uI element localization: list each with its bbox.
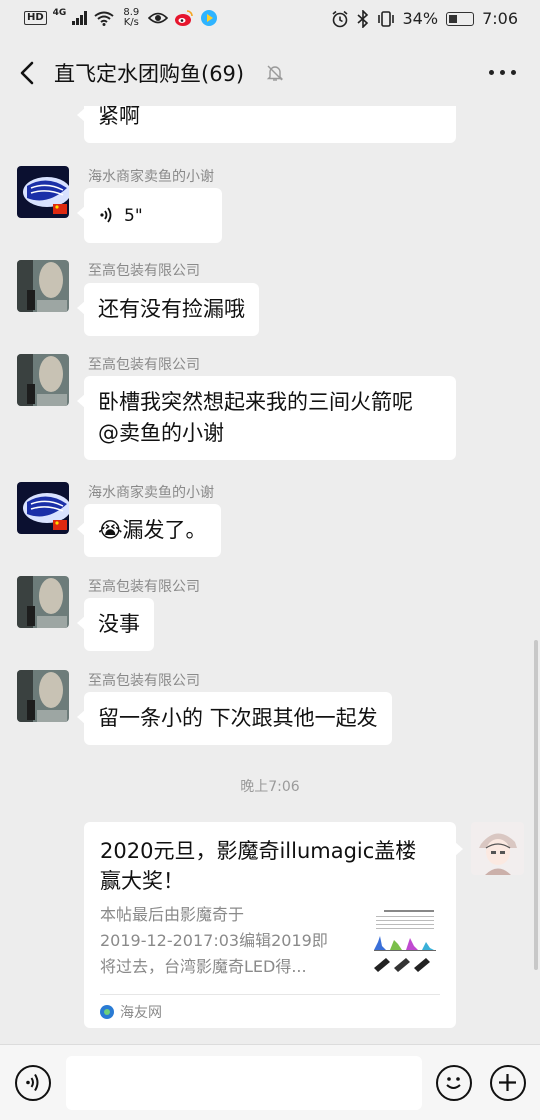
voice-icon <box>100 207 112 223</box>
chevron-left-icon[interactable] <box>16 58 40 88</box>
link-card-desc-line: 2019-12-2017:03编辑2019即 <box>100 931 328 950</box>
avatar[interactable] <box>17 166 69 218</box>
bluetooth-icon <box>356 9 368 28</box>
message-text-line: 卧槽我突然想起来我的三间火箭呢 <box>98 390 413 414</box>
emoji-icon[interactable] <box>436 1065 472 1101</box>
avatar[interactable] <box>17 482 69 534</box>
sender-name: 海水商家卖鱼的小谢 <box>88 169 214 185</box>
plus-icon[interactable] <box>490 1065 526 1101</box>
link-card-divider <box>100 994 440 995</box>
network-type: 4G <box>52 8 67 18</box>
bell-off-icon <box>266 65 284 81</box>
vibrate-icon <box>377 10 394 27</box>
link-card-title-line: 2020元旦，影魔奇illumagic盖楼 <box>100 839 417 863</box>
battery-icon <box>446 11 475 26</box>
avatar[interactable] <box>17 670 69 722</box>
message-text: 留一条小的 下次跟其他一起发 <box>98 706 378 730</box>
signal-icon <box>72 11 88 25</box>
message-input[interactable] <box>66 1056 422 1110</box>
alarm-icon <box>331 10 348 27</box>
input-bar <box>0 1044 540 1120</box>
wifi-icon <box>94 11 114 26</box>
chat-header: 直飞定水团购鱼(69) <box>0 40 540 106</box>
hd-badge: HD <box>24 11 47 25</box>
avatar[interactable] <box>17 576 69 628</box>
message-text: 还有没有捡漏哦 <box>98 297 245 321</box>
voice-duration: 5" <box>124 206 143 226</box>
source-logo-icon <box>100 1005 114 1019</box>
link-card-title-line: 赢大奖！ <box>100 869 184 893</box>
message-bubble[interactable]: 留一条小的 下次跟其他一起发 <box>77 692 392 745</box>
voice-icon[interactable] <box>15 1065 51 1101</box>
link-card-description: 本帖最后由影魔奇于 2019-12-2017:03编辑2019即 将过去，台湾影… <box>100 902 350 980</box>
sender-name: 海水商家卖鱼的小谢 <box>88 485 214 501</box>
speed-unit: K/s <box>123 17 139 28</box>
message-timestamp: 晚上7:06 <box>240 779 300 795</box>
sender-name: 至高包装有限公司 <box>88 673 200 689</box>
avatar[interactable] <box>17 354 69 406</box>
sender-name: 至高包装有限公司 <box>88 579 200 595</box>
weibo-icon <box>175 10 194 26</box>
my-avatar[interactable] <box>471 822 524 875</box>
eye-icon <box>148 12 169 24</box>
more-horizontal-icon[interactable] <box>489 70 516 75</box>
status-bar: HD 4G 8.9 K/s 34% 7:06 <box>0 0 540 40</box>
link-card[interactable]: 2020元旦，影魔奇illumagic盖楼 赢大奖！ 本帖最后由影魔奇于 201… <box>84 822 463 1028</box>
message-text: 紧啊 <box>98 106 140 128</box>
message-text: 漏发了。 <box>122 518 207 542</box>
battery-percent: 34% <box>402 9 439 28</box>
avatar[interactable] <box>17 260 69 312</box>
message-mention: @卖鱼的小谢 <box>98 421 224 445</box>
source-name: 海友网 <box>120 1005 162 1021</box>
crying-emoji-icon: 😭 <box>98 518 123 542</box>
message-bubble[interactable]: 😭漏发了。 <box>77 504 221 557</box>
network-speed: 8.9 K/s <box>120 8 142 28</box>
message-text: 没事 <box>98 612 140 636</box>
link-card-title: 2020元旦，影魔奇illumagic盖楼 赢大奖！ <box>100 836 440 896</box>
link-card-source: 海友网 <box>100 1002 162 1022</box>
scrollbar[interactable] <box>534 640 538 970</box>
voice-message-bubble[interactable]: 5" <box>77 188 222 243</box>
status-bar-left: HD 4G 8.9 K/s <box>24 8 218 28</box>
message-bubble[interactable]: 还有没有捡漏哦 <box>77 283 259 336</box>
status-bar-right: 34% 7:06 <box>331 9 518 28</box>
link-card-desc-line: 本帖最后由影魔奇于 <box>100 905 245 924</box>
link-card-desc-line: 将过去，台湾影魔奇LED得... <box>100 957 307 976</box>
chat-title: 直飞定水团购鱼(69) <box>54 62 245 86</box>
message-bubble[interactable]: 紧啊 <box>77 106 456 143</box>
link-card-thumbnail <box>370 906 440 978</box>
clock-time: 7:06 <box>482 9 518 28</box>
message-bubble[interactable]: 没事 <box>77 598 154 651</box>
message-bubble[interactable]: 卧槽我突然想起来我的三间火箭呢 @卖鱼的小谢 <box>77 376 456 460</box>
sender-name: 至高包装有限公司 <box>88 263 200 279</box>
sender-name: 至高包装有限公司 <box>88 357 200 373</box>
video-app-icon <box>201 10 218 26</box>
